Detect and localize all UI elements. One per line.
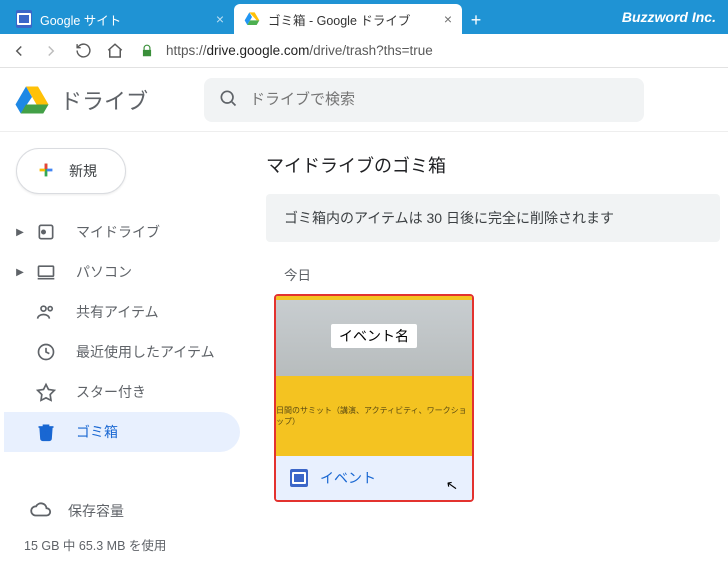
clock-icon <box>34 340 58 364</box>
trash-icon <box>34 420 58 444</box>
new-button[interactable]: 新規 <box>16 148 126 194</box>
sidebar-item-mydrive[interactable]: ▶ マイドライブ <box>4 212 240 252</box>
search-icon <box>218 88 238 112</box>
mydrive-icon <box>34 220 58 244</box>
close-tab-icon[interactable]: × <box>444 11 452 27</box>
sidebar-item-label: パソコン <box>76 262 132 282</box>
storage-block: 保存容量 15 GB 中 65.3 MB を使用 <box>4 482 240 562</box>
file-thumbnail-mid: 日間のサミット（講演、アクティビティ、ワークショップ） <box>276 376 472 456</box>
forward-icon[interactable] <box>40 40 62 62</box>
thumbnail-title: イベント名 <box>331 324 417 348</box>
sidebar-item-label: 共有アイテム <box>76 302 159 322</box>
window-brand: Buzzword Inc. <box>622 9 716 25</box>
star-icon <box>34 380 58 404</box>
browser-tab-active[interactable]: ゴミ箱 - Google ドライブ × <box>234 4 462 34</box>
browser-tab-title: ゴミ箱 - Google ドライブ <box>268 10 410 29</box>
cloud-icon <box>30 499 52 524</box>
browser-nav-bar: https://drive.google.com/drive/trash?ths… <box>0 34 728 68</box>
people-icon <box>34 300 58 324</box>
drive-favicon-icon <box>244 11 260 27</box>
app-body: 新規 ▶ マイドライブ ▶ パソコン 共有アイテム 最近使用したアイテム スター… <box>0 132 728 572</box>
lock-icon <box>136 40 158 62</box>
sidebar-item-label: 最近使用したアイテム <box>76 342 215 362</box>
chevron-right-icon[interactable]: ▶ <box>12 227 28 238</box>
reload-icon[interactable] <box>72 40 94 62</box>
sidebar-item-computers[interactable]: ▶ パソコン <box>4 252 240 292</box>
sites-favicon-icon <box>16 11 32 27</box>
sidebar-item-label: スター付き <box>76 382 146 402</box>
search-input[interactable] <box>250 91 630 108</box>
file-name: イベント <box>320 468 376 488</box>
trash-info-banner: ゴミ箱内のアイテムは 30 日後に完全に削除されます <box>266 194 720 242</box>
drive-logo[interactable]: ドライブ <box>14 82 148 118</box>
storage-usage-text: 15 GB 中 65.3 MB を使用 <box>4 531 240 554</box>
file-card-footer: イベント <box>276 456 472 500</box>
computer-icon <box>34 260 58 284</box>
home-icon[interactable] <box>104 40 126 62</box>
sites-file-icon <box>290 469 308 487</box>
browser-tab-title: Google サイト <box>40 10 121 29</box>
sidebar-item-trash[interactable]: ゴミ箱 <box>4 412 240 452</box>
product-name: ドライブ <box>60 84 148 116</box>
section-today: 今日 <box>284 264 724 284</box>
new-button-label: 新規 <box>69 161 97 181</box>
url-text: https://drive.google.com/drive/trash?ths… <box>166 43 433 58</box>
file-thumbnail-top: イベント名 <box>276 296 472 376</box>
sidebar-item-starred[interactable]: スター付き <box>4 372 240 412</box>
sidebar-item-storage[interactable]: 保存容量 <box>4 491 240 531</box>
thumbnail-sub: 日間のサミット（講演、アクティビティ、ワークショップ） <box>276 405 472 427</box>
address-bar[interactable]: https://drive.google.com/drive/trash?ths… <box>136 40 720 62</box>
new-tab-button[interactable]: + <box>462 6 490 34</box>
storage-label: 保存容量 <box>68 501 124 521</box>
file-card[interactable]: イベント名 日間のサミット（講演、アクティビティ、ワークショップ） イベント ↖ <box>274 294 474 502</box>
drive-logo-icon <box>14 82 50 118</box>
sidebar-item-shared[interactable]: 共有アイテム <box>4 292 240 332</box>
sidebar-item-recent[interactable]: 最近使用したアイテム <box>4 332 240 372</box>
browser-tab-strip: Google サイト × ゴミ箱 - Google ドライブ × + Buzzw… <box>0 0 728 34</box>
search-box[interactable] <box>204 78 644 122</box>
close-tab-icon[interactable]: × <box>216 11 224 27</box>
back-icon[interactable] <box>8 40 30 62</box>
sidebar-item-label: ゴミ箱 <box>76 422 118 442</box>
app-header: ドライブ <box>0 68 728 132</box>
browser-tab[interactable]: Google サイト × <box>6 4 234 34</box>
plus-icon <box>35 159 57 184</box>
page-title: マイドライブのゴミ箱 <box>266 152 724 178</box>
chevron-right-icon[interactable]: ▶ <box>12 267 28 278</box>
main-content: マイドライブのゴミ箱 ゴミ箱内のアイテムは 30 日後に完全に削除されます 今日… <box>248 132 728 572</box>
sidebar-item-label: マイドライブ <box>76 222 160 242</box>
sidebar: 新規 ▶ マイドライブ ▶ パソコン 共有アイテム 最近使用したアイテム スター… <box>0 132 248 572</box>
